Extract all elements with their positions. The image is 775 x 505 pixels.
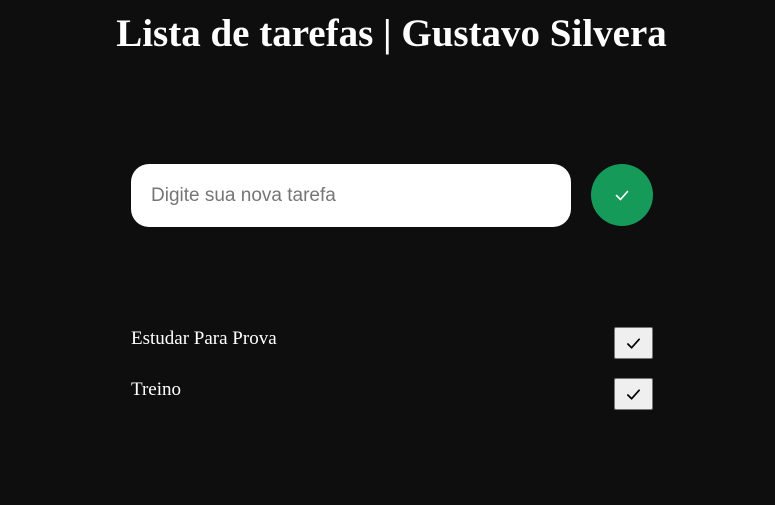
check-icon (626, 387, 641, 402)
check-icon (626, 336, 641, 351)
add-task-button[interactable] (591, 164, 653, 226)
check-icon (614, 187, 630, 203)
complete-task-button[interactable] (614, 327, 653, 359)
page-title: Lista de tarefas | Gustavo Silvera (116, 12, 667, 55)
new-task-input[interactable] (131, 164, 571, 227)
task-label: Treino (131, 379, 181, 400)
task-list: Estudar Para Prova Treino (131, 327, 653, 429)
task-item: Treino (131, 378, 653, 410)
task-label: Estudar Para Prova (131, 328, 277, 349)
task-item: Estudar Para Prova (131, 327, 653, 359)
complete-task-button[interactable] (614, 378, 653, 410)
